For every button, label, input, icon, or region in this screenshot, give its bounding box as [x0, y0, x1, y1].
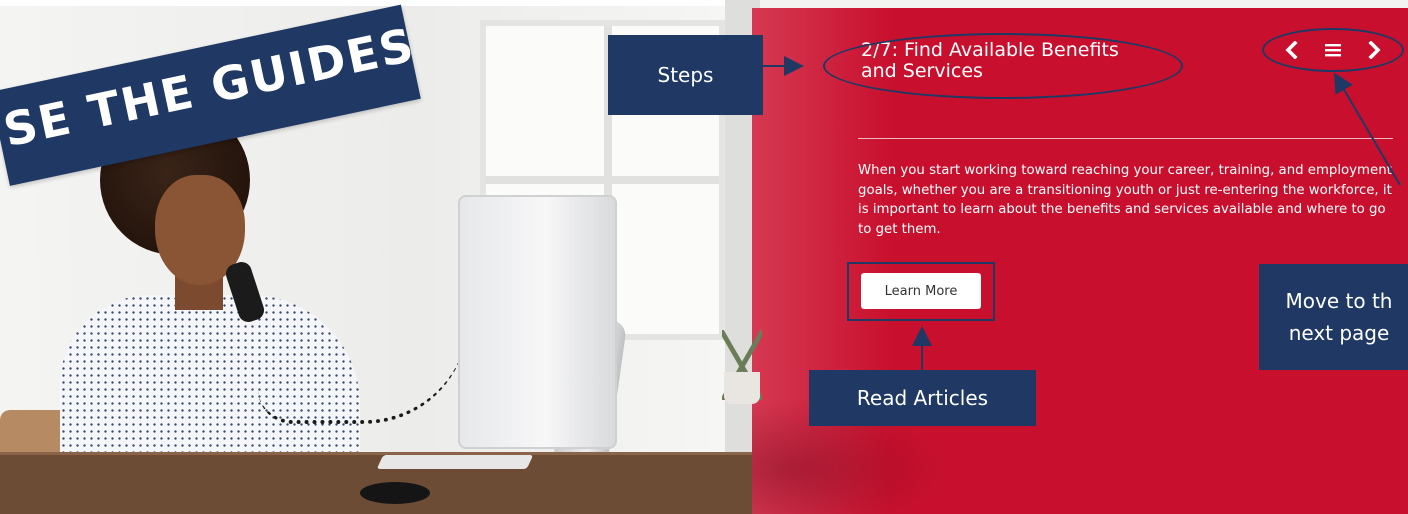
- callout-move-next-page: Move to th next page: [1259, 264, 1408, 370]
- callout-move-line-2: next page: [1288, 321, 1390, 345]
- hamburger-menu-icon: [1325, 44, 1341, 57]
- callout-move-line-1: Move to th: [1285, 289, 1393, 313]
- panel-divider: [858, 138, 1393, 139]
- step-title-highlight: [823, 33, 1183, 99]
- slide-nav-controls: [1262, 28, 1404, 72]
- callout-read-articles: Read Articles: [809, 370, 1036, 426]
- step-description: When you start working toward reaching y…: [858, 163, 1392, 237]
- keyboard: [376, 455, 534, 469]
- computer-mouse: [360, 482, 430, 504]
- chevron-left-icon: [1285, 41, 1298, 59]
- previous-slide-button[interactable]: [1278, 37, 1304, 63]
- learn-more-highlight: [847, 262, 995, 321]
- callout-steps: Steps: [608, 35, 763, 115]
- chevron-right-icon: [1368, 41, 1381, 59]
- slide-menu-button[interactable]: [1320, 37, 1346, 63]
- callout-read-articles-text: Read Articles: [856, 386, 989, 410]
- next-slide-button[interactable]: [1362, 37, 1388, 63]
- telephone-cord: [258, 320, 468, 424]
- slide-stage: SE THE GUIDES 2/7: Find Available Benefi…: [0, 0, 1408, 514]
- window-mullion-horizontal: [486, 176, 719, 184]
- photo-top-frame: [0, 0, 760, 6]
- computer-monitor: [458, 195, 617, 449]
- plant-pot: [724, 372, 760, 404]
- callout-steps-text: Steps: [657, 63, 714, 87]
